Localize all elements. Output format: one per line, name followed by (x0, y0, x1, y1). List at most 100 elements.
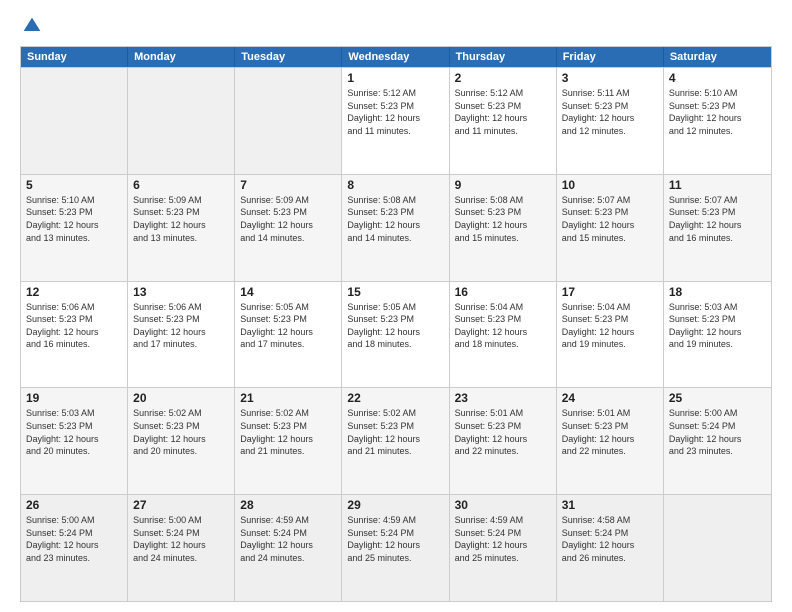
day-info-6: Sunrise: 5:09 AM Sunset: 5:23 PM Dayligh… (133, 194, 229, 244)
calendar-row-2: 12 Sunrise: 5:06 AM Sunset: 5:23 PM Dayli… (21, 281, 771, 388)
day-cell-8: 8 Sunrise: 5:08 AM Sunset: 5:23 PM Daylig… (342, 175, 449, 281)
day-number-28: 28 (240, 498, 336, 512)
day-cell-10: 10 Sunrise: 5:07 AM Sunset: 5:23 PM Dayli… (557, 175, 664, 281)
day-info-11: Sunrise: 5:07 AM Sunset: 5:23 PM Dayligh… (669, 194, 766, 244)
weekday-header-tuesday: Tuesday (235, 47, 342, 67)
weekday-header-friday: Friday (557, 47, 664, 67)
day-number-11: 11 (669, 178, 766, 192)
day-info-16: Sunrise: 5:04 AM Sunset: 5:23 PM Dayligh… (455, 301, 551, 351)
day-cell-1: 1 Sunrise: 5:12 AM Sunset: 5:23 PM Daylig… (342, 68, 449, 174)
day-number-10: 10 (562, 178, 658, 192)
day-number-6: 6 (133, 178, 229, 192)
day-info-14: Sunrise: 5:05 AM Sunset: 5:23 PM Dayligh… (240, 301, 336, 351)
empty-cell-4-6 (664, 495, 771, 601)
day-info-5: Sunrise: 5:10 AM Sunset: 5:23 PM Dayligh… (26, 194, 122, 244)
day-number-24: 24 (562, 391, 658, 405)
day-info-8: Sunrise: 5:08 AM Sunset: 5:23 PM Dayligh… (347, 194, 443, 244)
day-cell-19: 19 Sunrise: 5:03 AM Sunset: 5:23 PM Dayli… (21, 388, 128, 494)
weekday-header-saturday: Saturday (664, 47, 771, 67)
empty-cell-0-0 (21, 68, 128, 174)
day-number-8: 8 (347, 178, 443, 192)
calendar: SundayMondayTuesdayWednesdayThursdayFrid… (20, 46, 772, 602)
day-number-17: 17 (562, 285, 658, 299)
day-cell-18: 18Sunrise: 5:03 AM Sunset: 5:23 PM Dayli… (664, 282, 771, 388)
day-number-9: 9 (455, 178, 551, 192)
day-number-25: 25 (669, 391, 766, 405)
day-info-17: Sunrise: 5:04 AM Sunset: 5:23 PM Dayligh… (562, 301, 658, 351)
day-cell-21: 21 Sunrise: 5:02 AM Sunset: 5:23 PM Dayli… (235, 388, 342, 494)
day-info-23: Sunrise: 5:01 AM Sunset: 5:23 PM Dayligh… (455, 407, 551, 457)
day-number-31: 31 (562, 498, 658, 512)
day-number-7: 7 (240, 178, 336, 192)
day-cell-15: 15Sunrise: 5:05 AM Sunset: 5:23 PM Dayli… (342, 282, 449, 388)
day-cell-6: 6 Sunrise: 5:09 AM Sunset: 5:23 PM Daylig… (128, 175, 235, 281)
day-info-3: Sunrise: 5:11 AM Sunset: 5:23 PM Dayligh… (562, 87, 658, 137)
day-number-23: 23 (455, 391, 551, 405)
day-cell-25: 25Sunrise: 5:00 AM Sunset: 5:24 PM Dayli… (664, 388, 771, 494)
day-number-29: 29 (347, 498, 443, 512)
day-number-20: 20 (133, 391, 229, 405)
day-number-26: 26 (26, 498, 122, 512)
calendar-header: SundayMondayTuesdayWednesdayThursdayFrid… (21, 47, 771, 67)
day-cell-22: 22 Sunrise: 5:02 AM Sunset: 5:23 PM Dayli… (342, 388, 449, 494)
day-cell-17: 17 Sunrise: 5:04 AM Sunset: 5:23 PM Dayli… (557, 282, 664, 388)
day-info-2: Sunrise: 5:12 AM Sunset: 5:23 PM Dayligh… (455, 87, 551, 137)
day-info-26: Sunrise: 5:00 AM Sunset: 5:24 PM Dayligh… (26, 514, 122, 564)
day-cell-31: 31 Sunrise: 4:58 AM Sunset: 5:24 PM Dayli… (557, 495, 664, 601)
page: SundayMondayTuesdayWednesdayThursdayFrid… (0, 0, 792, 612)
day-cell-27: 27 Sunrise: 5:00 AM Sunset: 5:24 PM Dayli… (128, 495, 235, 601)
day-cell-24: 24 Sunrise: 5:01 AM Sunset: 5:23 PM Dayli… (557, 388, 664, 494)
weekday-header-wednesday: Wednesday (342, 47, 449, 67)
day-cell-5: 5 Sunrise: 5:10 AM Sunset: 5:23 PM Daylig… (21, 175, 128, 281)
day-number-5: 5 (26, 178, 122, 192)
day-info-27: Sunrise: 5:00 AM Sunset: 5:24 PM Dayligh… (133, 514, 229, 564)
day-number-14: 14 (240, 285, 336, 299)
day-number-19: 19 (26, 391, 122, 405)
day-info-22: Sunrise: 5:02 AM Sunset: 5:23 PM Dayligh… (347, 407, 443, 457)
day-number-4: 4 (669, 71, 766, 85)
day-cell-28: 28Sunrise: 4:59 AM Sunset: 5:24 PM Dayli… (235, 495, 342, 601)
day-info-31: Sunrise: 4:58 AM Sunset: 5:24 PM Dayligh… (562, 514, 658, 564)
day-cell-4: 4Sunrise: 5:10 AM Sunset: 5:23 PM Daylig… (664, 68, 771, 174)
day-number-30: 30 (455, 498, 551, 512)
day-number-22: 22 (347, 391, 443, 405)
day-number-16: 16 (455, 285, 551, 299)
weekday-header-sunday: Sunday (21, 47, 128, 67)
day-cell-26: 26 Sunrise: 5:00 AM Sunset: 5:24 PM Dayli… (21, 495, 128, 601)
day-info-24: Sunrise: 5:01 AM Sunset: 5:23 PM Dayligh… (562, 407, 658, 457)
empty-cell-0-2 (235, 68, 342, 174)
day-info-12: Sunrise: 5:06 AM Sunset: 5:23 PM Dayligh… (26, 301, 122, 351)
day-info-13: Sunrise: 5:06 AM Sunset: 5:23 PM Dayligh… (133, 301, 229, 351)
weekday-header-thursday: Thursday (450, 47, 557, 67)
header (20, 16, 772, 36)
day-number-27: 27 (133, 498, 229, 512)
calendar-row-0: 1 Sunrise: 5:12 AM Sunset: 5:23 PM Daylig… (21, 67, 771, 174)
day-cell-12: 12 Sunrise: 5:06 AM Sunset: 5:23 PM Dayli… (21, 282, 128, 388)
day-number-13: 13 (133, 285, 229, 299)
day-info-21: Sunrise: 5:02 AM Sunset: 5:23 PM Dayligh… (240, 407, 336, 457)
logo (20, 16, 42, 36)
calendar-row-3: 19 Sunrise: 5:03 AM Sunset: 5:23 PM Dayli… (21, 387, 771, 494)
day-number-2: 2 (455, 71, 551, 85)
day-info-19: Sunrise: 5:03 AM Sunset: 5:23 PM Dayligh… (26, 407, 122, 457)
day-cell-29: 29 Sunrise: 4:59 AM Sunset: 5:24 PM Dayli… (342, 495, 449, 601)
day-number-21: 21 (240, 391, 336, 405)
day-cell-23: 23 Sunrise: 5:01 AM Sunset: 5:23 PM Dayli… (450, 388, 557, 494)
weekday-header-monday: Monday (128, 47, 235, 67)
day-info-29: Sunrise: 4:59 AM Sunset: 5:24 PM Dayligh… (347, 514, 443, 564)
day-info-15: Sunrise: 5:05 AM Sunset: 5:23 PM Dayligh… (347, 301, 443, 351)
day-info-18: Sunrise: 5:03 AM Sunset: 5:23 PM Dayligh… (669, 301, 766, 351)
calendar-body: 1 Sunrise: 5:12 AM Sunset: 5:23 PM Daylig… (21, 67, 771, 601)
day-info-10: Sunrise: 5:07 AM Sunset: 5:23 PM Dayligh… (562, 194, 658, 244)
logo-icon (22, 16, 42, 36)
day-cell-3: 3Sunrise: 5:11 AM Sunset: 5:23 PM Daylig… (557, 68, 664, 174)
day-info-30: Sunrise: 4:59 AM Sunset: 5:24 PM Dayligh… (455, 514, 551, 564)
day-number-1: 1 (347, 71, 443, 85)
day-cell-14: 14 Sunrise: 5:05 AM Sunset: 5:23 PM Dayli… (235, 282, 342, 388)
day-info-1: Sunrise: 5:12 AM Sunset: 5:23 PM Dayligh… (347, 87, 443, 137)
day-cell-11: 11 Sunrise: 5:07 AM Sunset: 5:23 PM Dayli… (664, 175, 771, 281)
calendar-row-4: 26 Sunrise: 5:00 AM Sunset: 5:24 PM Dayli… (21, 494, 771, 601)
day-cell-20: 20Sunrise: 5:02 AM Sunset: 5:23 PM Dayli… (128, 388, 235, 494)
day-number-12: 12 (26, 285, 122, 299)
day-cell-13: 13 Sunrise: 5:06 AM Sunset: 5:23 PM Dayli… (128, 282, 235, 388)
